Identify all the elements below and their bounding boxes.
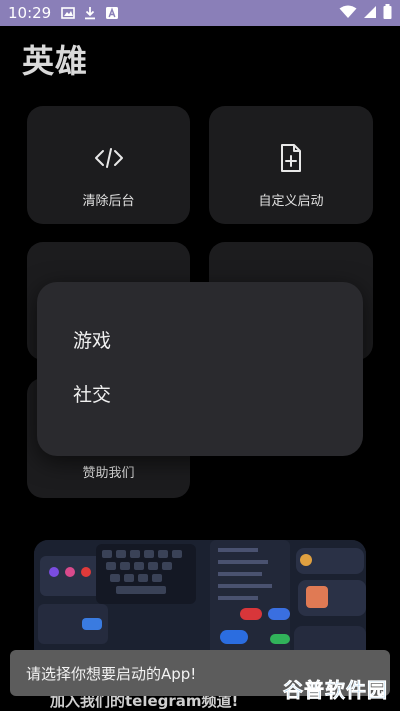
file-plus-icon xyxy=(275,142,307,174)
toast-text: 请选择你想要启动的App! xyxy=(26,664,197,683)
status-bar: 10:29 xyxy=(0,0,400,26)
status-right-icons xyxy=(339,3,392,23)
page-title: 英雄 xyxy=(22,42,89,80)
battery-icon xyxy=(383,3,392,23)
menu-item-social[interactable]: 社交 xyxy=(73,380,111,407)
custom-launch-card[interactable]: 自定义启动 xyxy=(209,106,373,224)
signal-icon xyxy=(363,4,377,23)
status-time: 10:29 xyxy=(8,4,52,22)
a-notification-icon xyxy=(105,6,119,20)
popup-menu: 游戏 社交 xyxy=(37,282,363,456)
download-icon xyxy=(83,6,97,20)
wifi-icon xyxy=(339,4,357,23)
image-icon xyxy=(61,6,76,20)
watermark: 谷普软件园 xyxy=(283,678,388,703)
card-label: 自定义启动 xyxy=(258,194,324,209)
clear-background-card[interactable]: 清除后台 xyxy=(27,106,190,224)
card-label: 清除后台 xyxy=(82,194,135,209)
code-icon xyxy=(93,142,125,174)
card-label: 赞助我们 xyxy=(82,466,135,481)
menu-item-games[interactable]: 游戏 xyxy=(73,326,111,353)
